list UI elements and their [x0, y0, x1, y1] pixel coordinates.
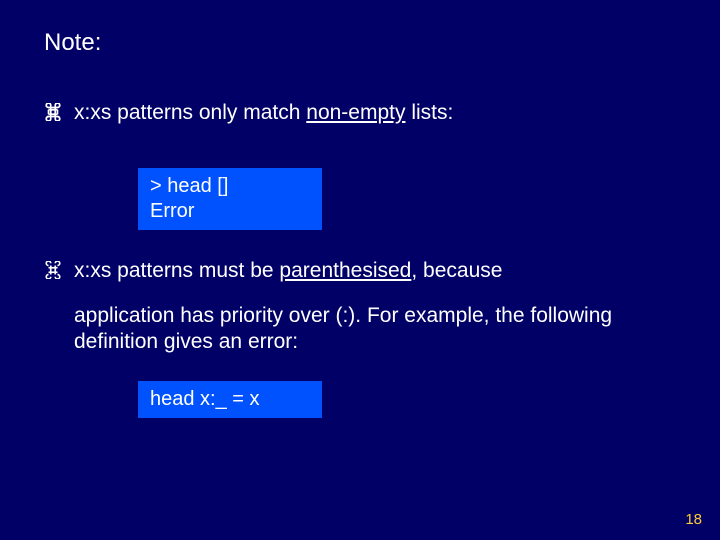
slide: Note: x:xs patterns only match non-empty…	[0, 0, 720, 540]
bullet-1-post: lists:	[405, 101, 453, 124]
bullet-item-2: x:xs patterns must be parenthesised, bec…	[44, 258, 676, 284]
code-1-line-1: > head []	[150, 174, 310, 199]
bullet-2-pre: x:xs patterns must be	[74, 259, 279, 282]
bullet-item-1: x:xs patterns only match non-empty lists…	[44, 100, 676, 126]
code-1-line-2: Error	[150, 199, 310, 224]
bullet-1-pre: x:xs patterns only match	[74, 101, 306, 124]
bullet-2-post: , because	[411, 259, 502, 282]
note-heading: Note:	[44, 28, 676, 58]
page-number: 18	[685, 511, 702, 530]
code-2-line-1: head x:_ = x	[150, 387, 310, 412]
bullet-2-text: x:xs patterns must be parenthesised, bec…	[74, 259, 502, 282]
bullet-1-underlined: non-empty	[306, 101, 405, 124]
bullet-2-underlined: parenthesised	[279, 259, 411, 282]
code-box-2: head x:_ = x	[138, 381, 322, 418]
code-box-1: > head [] Error	[138, 168, 322, 230]
bullet-2-continuation: application has priority over (:). For e…	[44, 303, 676, 356]
command-icon	[44, 103, 62, 121]
bullet-1-text: x:xs patterns only match non-empty lists…	[74, 101, 453, 124]
command-icon	[44, 261, 62, 279]
